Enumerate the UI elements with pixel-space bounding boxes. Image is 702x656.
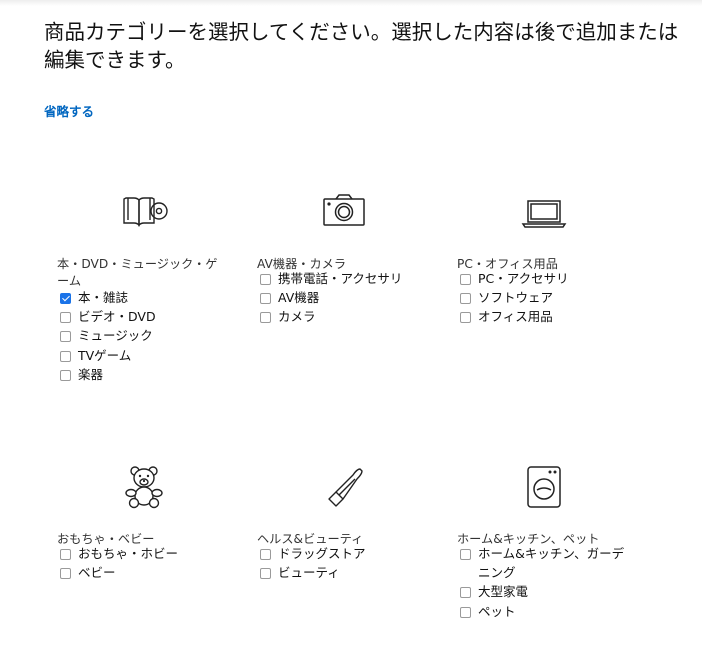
option-drugstore[interactable]: ドラッグストア (257, 544, 432, 563)
washing-machine-icon (519, 465, 569, 509)
skip-link[interactable]: 省略する (44, 101, 94, 120)
option-label: ミュージック (78, 328, 153, 344)
option-large-appliances[interactable]: 大型家電 (457, 582, 632, 601)
option-label: ドラッグストア (278, 546, 366, 561)
lipstick-icon (319, 465, 369, 509)
option-books-magazines[interactable]: 本・雑誌 (57, 288, 222, 307)
option-software[interactable]: ソフトウェア (457, 288, 632, 307)
option-instruments[interactable]: 楽器 (57, 365, 222, 384)
book-disc-icon (121, 190, 171, 234)
option-list: 携帯電話・アクセサリ AV機器 カメラ (257, 269, 432, 327)
option-label: 携帯電話・アクセサリ (278, 271, 403, 286)
option-label: 大型家電 (478, 584, 529, 600)
option-label: おもちゃ・ホビー (78, 546, 179, 561)
option-label: ホーム&キッチン、ガーデニング (478, 546, 625, 581)
option-label: カメラ (278, 309, 316, 325)
option-list: ホーム&キッチン、ガーデニング 大型家電 ペット (457, 544, 632, 621)
option-label: ベビー (78, 565, 116, 581)
option-label: TVゲーム (78, 347, 132, 363)
option-mobile-accessories[interactable]: 携帯電話・アクセサリ (257, 269, 432, 288)
option-video-dvd[interactable]: ビデオ・DVD (57, 307, 222, 326)
checkbox[interactable] (60, 331, 71, 343)
option-camera[interactable]: カメラ (257, 307, 432, 326)
camera-icon (319, 190, 369, 234)
top-shadow (0, 0, 702, 6)
option-pc-accessories[interactable]: PC・アクセサリ (457, 269, 632, 288)
option-baby[interactable]: ベビー (57, 563, 232, 582)
option-label: PC・アクセサリ (478, 271, 569, 286)
checkbox[interactable] (460, 606, 471, 618)
option-label: 本・雑誌 (78, 290, 129, 305)
option-label: ソフトウェア (478, 290, 554, 306)
checkbox[interactable] (260, 312, 271, 324)
laptop-icon (519, 190, 569, 234)
option-list: おもちゃ・ホビー ベビー (57, 544, 232, 582)
option-label: 楽器 (78, 366, 104, 382)
option-office-supplies[interactable]: オフィス用品 (457, 307, 632, 326)
checkbox[interactable] (60, 350, 71, 362)
option-label: AV機器 (278, 290, 320, 306)
checkbox[interactable] (260, 293, 271, 305)
checkbox[interactable] (460, 587, 471, 599)
option-label: ビデオ・DVD (78, 309, 156, 325)
option-label: ペット (478, 603, 516, 619)
option-av-equipment[interactable]: AV機器 (257, 288, 432, 307)
checkbox[interactable] (460, 549, 471, 560)
option-toys-hobby[interactable]: おもちゃ・ホビー (57, 544, 232, 563)
checkbox[interactable] (60, 568, 71, 580)
option-list: PC・アクセサリ ソフトウェア オフィス用品 (457, 269, 632, 327)
checkbox[interactable] (460, 274, 471, 285)
checkbox[interactable] (260, 274, 271, 285)
checkbox[interactable] (260, 568, 271, 580)
category-name: 本・DVD・ミュージック・ゲーム (57, 257, 218, 288)
option-beauty[interactable]: ビューティ (257, 563, 432, 582)
checkbox[interactable] (260, 549, 271, 560)
checkbox[interactable] (460, 312, 471, 324)
option-home-kitchen-gardening[interactable]: ホーム&キッチン、ガーデニング (457, 544, 632, 582)
teddy-bear-icon (119, 465, 169, 509)
option-list: ドラッグストア ビューティ (257, 544, 432, 582)
option-tv-game[interactable]: TVゲーム (57, 346, 222, 365)
checkbox[interactable] (60, 549, 71, 560)
checkbox-checked[interactable] (60, 293, 71, 304)
checkbox[interactable] (60, 312, 71, 324)
option-music[interactable]: ミュージック (57, 326, 222, 345)
option-label: ビューティ (278, 565, 340, 581)
option-label: オフィス用品 (478, 309, 553, 325)
option-list: 本・雑誌 ビデオ・DVD ミュージック TVゲーム 楽器 (57, 288, 222, 384)
checkbox[interactable] (460, 293, 471, 305)
page-title: 商品カテゴリーを選択してください。選択した内容は後で追加または編集できます。 (44, 20, 679, 72)
option-pet[interactable]: ペット (457, 602, 632, 621)
checkbox[interactable] (60, 369, 71, 381)
